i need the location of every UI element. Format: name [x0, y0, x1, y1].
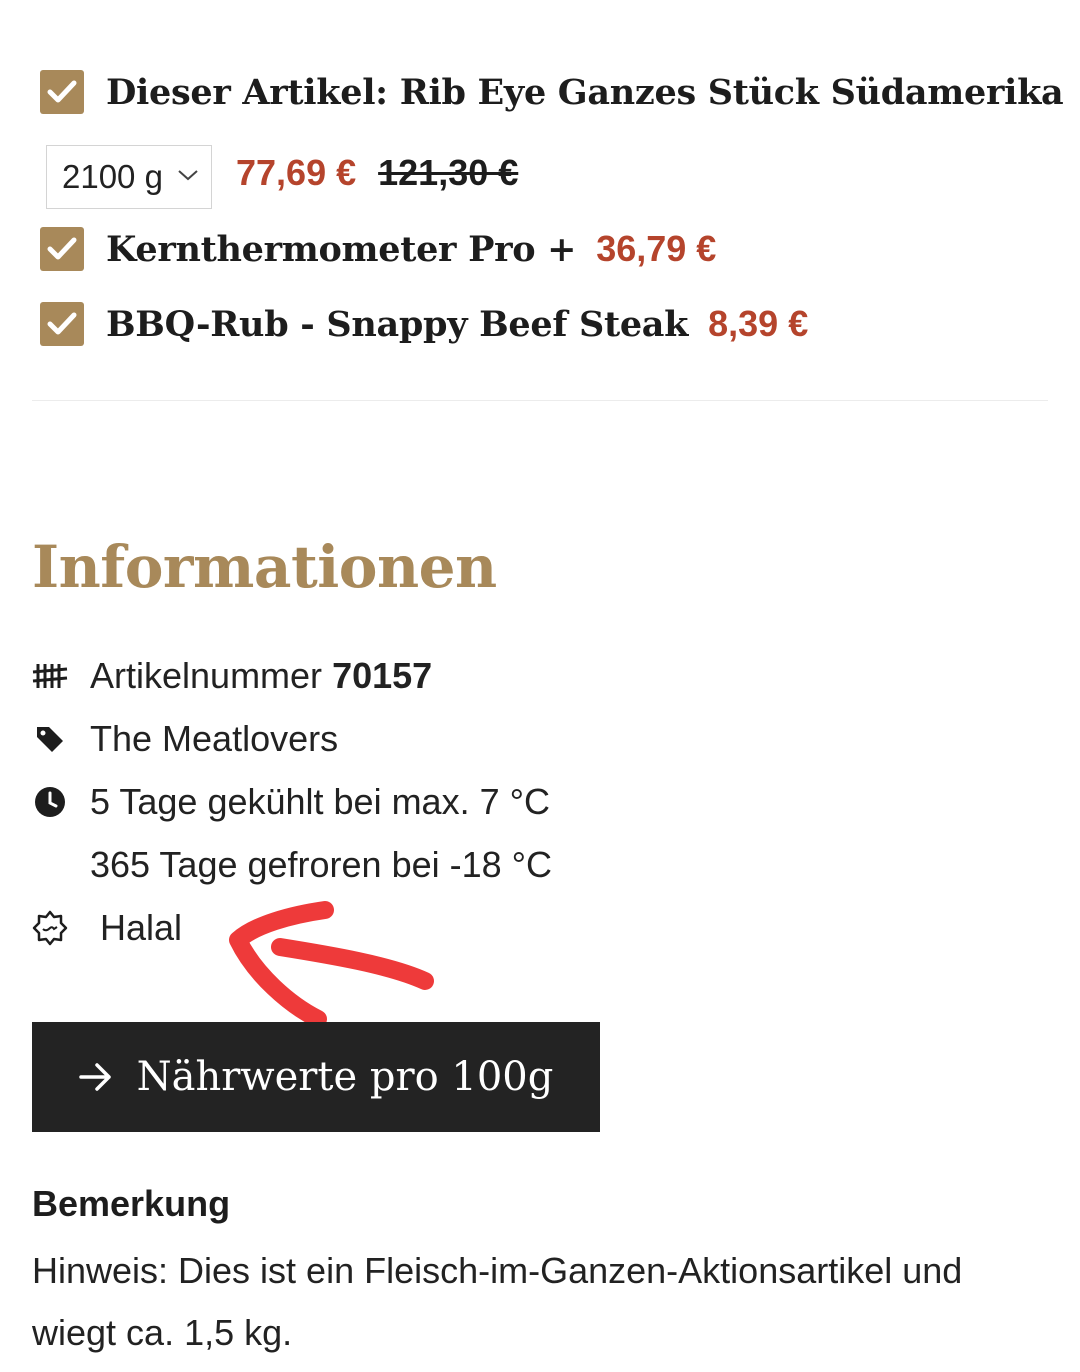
- article-number: 70157: [332, 655, 433, 696]
- weight-select-value: 2100 g: [62, 158, 163, 195]
- checkbox-thermometer[interactable]: [40, 227, 84, 271]
- checkbox-main-item[interactable]: [40, 70, 84, 114]
- current-price: 77,69 €: [236, 152, 357, 193]
- info-storage-frozen: 365 Tage gefroren bei -18 °C: [90, 844, 552, 886]
- barcode-icon: [32, 658, 68, 694]
- tag-icon: [32, 721, 68, 757]
- bundle-item-rub: BBQ-Rub - Snappy Beef Steak 8,39 €: [40, 302, 808, 346]
- bundle-item-name[interactable]: BBQ-Rub - Snappy Beef Steak: [106, 304, 688, 345]
- chevron-down-icon: [178, 170, 198, 181]
- bundle-item-main: Dieser Artikel: Rib Eye Ganzes Stück Süd…: [40, 70, 1064, 114]
- article-label: Artikelnummer: [90, 655, 323, 696]
- info-halal: Halal: [32, 907, 182, 949]
- remark-heading: Bemerkung: [32, 1183, 231, 1224]
- halal-seal-icon: [32, 910, 68, 946]
- annotation-arrow-icon: [229, 901, 434, 1028]
- bundle-item-thermometer: Kernthermometer Pro + 36,79 €: [40, 227, 716, 271]
- section-divider: [32, 400, 1048, 401]
- info-article-number: Artikelnummer 70157: [32, 655, 432, 697]
- weight-select[interactable]: 2100 g: [46, 145, 212, 209]
- bundle-item-name[interactable]: Kernthermometer Pro +: [106, 229, 576, 270]
- storage-frozen: 365 Tage gefroren bei -18 °C: [90, 844, 553, 885]
- checkbox-rub[interactable]: [40, 302, 84, 346]
- info-storage-chilled: 5 Tage gekühlt bei max. 7 °C: [32, 781, 550, 823]
- bundle-item-price: 36,79 €: [596, 228, 717, 269]
- halal-label: Halal: [100, 907, 183, 948]
- bundle-item-name[interactable]: Dieser Artikel: Rib Eye Ganzes Stück Süd…: [106, 72, 1064, 113]
- info-brand: The Meatlovers: [32, 718, 338, 760]
- clock-icon: [32, 784, 68, 820]
- brand-name[interactable]: The Meatlovers: [90, 718, 338, 760]
- remark-text: Hinweis: Dies ist ein Fleisch-im-Ganzen-…: [32, 1250, 963, 1353]
- bundle-item-price: 8,39 €: [708, 303, 809, 344]
- nutrition-button-label: Nährwerte pro 100g: [136, 1054, 554, 1100]
- old-price: 121,30 €: [378, 152, 519, 193]
- main-price-row: 77,69 € 121,30 €: [216, 152, 518, 194]
- arrow-right-icon: [78, 1063, 111, 1091]
- nutrition-button[interactable]: Nährwerte pro 100g: [32, 1022, 600, 1132]
- storage-chilled: 5 Tage gekühlt bei max. 7 °C: [90, 781, 551, 822]
- info-title: Informationen: [32, 533, 497, 601]
